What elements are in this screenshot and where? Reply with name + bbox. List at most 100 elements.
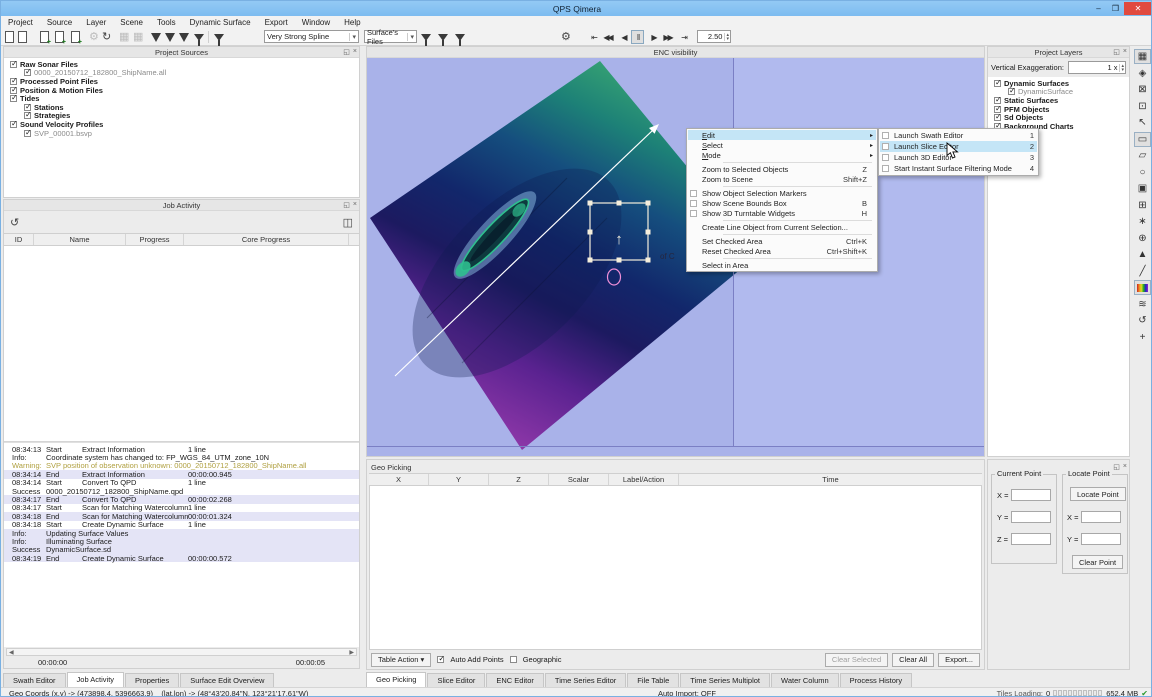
- submenu-item[interactable]: Launch Swath Editor 1: [880, 130, 1037, 141]
- context-menu-item[interactable]: Select in Area: [688, 260, 876, 270]
- tree-item[interactable]: 0000_20150712_182800_ShipName.all: [4, 69, 359, 78]
- column-header[interactable]: Name: [34, 234, 126, 245]
- add-raw-sonar-files-icon[interactable]: [40, 30, 49, 44]
- context-menu-item[interactable]: Show Object Selection Markers: [688, 188, 876, 198]
- menu-item[interactable]: Source: [40, 18, 79, 27]
- item-checkbox[interactable]: [24, 130, 31, 137]
- dock-tab[interactable]: Job Activity: [67, 672, 125, 687]
- close-panel-icon[interactable]: ×: [1123, 463, 1127, 471]
- measure-icon[interactable]: ╱: [1134, 264, 1151, 279]
- checked-area-reset-icon[interactable]: [438, 30, 448, 44]
- current-y-field[interactable]: [1011, 511, 1051, 523]
- log-time-slider[interactable]: ◀ ▶: [6, 648, 357, 656]
- menu-item[interactable]: Export: [258, 18, 295, 27]
- clear-all-button[interactable]: Clear All: [892, 653, 934, 667]
- slider-right-icon[interactable]: ▶: [349, 649, 354, 656]
- checked-area-set-icon[interactable]: [421, 30, 431, 44]
- skip-to-start-button[interactable]: ⇤: [587, 30, 600, 44]
- tree-item[interactable]: Strategies: [4, 112, 359, 121]
- layers-icon[interactable]: ◈: [1134, 66, 1151, 81]
- save-project-icon[interactable]: [18, 30, 27, 44]
- fast-forward-button[interactable]: ▶▶: [661, 30, 674, 44]
- dock-tab[interactable]: Geo Picking: [366, 672, 426, 687]
- close-panel-icon[interactable]: ×: [353, 201, 357, 209]
- surface-tool-icon-2[interactable]: ▦: [133, 30, 143, 44]
- lasso-select-icon[interactable]: ○: [1134, 165, 1151, 180]
- dock-tab[interactable]: Water Column: [771, 673, 839, 687]
- item-checkbox[interactable]: [994, 97, 1001, 104]
- move-object-icon[interactable]: ⊞: [1134, 198, 1151, 213]
- tree-item[interactable]: Static Surfaces: [988, 96, 1129, 105]
- column-header[interactable]: Core Progress: [184, 234, 349, 245]
- add-file-icon[interactable]: [71, 30, 80, 44]
- tree-item[interactable]: DynamicSurface: [988, 88, 1129, 97]
- clear-selected-button[interactable]: Clear Selected: [825, 653, 888, 667]
- slider-left-icon[interactable]: ◀: [9, 649, 14, 656]
- column-header[interactable]: Label/Action: [609, 474, 679, 485]
- colormap-icon[interactable]: [1134, 280, 1151, 295]
- surface-layers-icon[interactable]: ≋: [1134, 297, 1151, 312]
- menu-item[interactable]: Layer: [79, 18, 113, 27]
- column-header[interactable]: Z: [489, 474, 549, 485]
- dock-tab[interactable]: Slice Editor: [427, 673, 485, 687]
- float-panel-icon[interactable]: ◱: [1113, 48, 1120, 56]
- dock-tab[interactable]: Time Series Multiplot: [680, 673, 770, 687]
- tree-item[interactable]: Sd Objects: [988, 113, 1129, 122]
- process-settings-icon[interactable]: ⚙: [89, 30, 99, 44]
- context-menu-item[interactable]: Set Checked Area Ctrl+K: [688, 236, 876, 246]
- filter-icon[interactable]: [214, 30, 224, 44]
- zoom-extents-icon[interactable]: ⊠: [1134, 82, 1151, 97]
- globe-icon[interactable]: ⊕: [1134, 231, 1151, 246]
- log-row[interactable]: 08:34:19 End Create Dynamic Surface 00:0…: [4, 554, 359, 562]
- column-header[interactable]: Scalar: [549, 474, 609, 485]
- export-button[interactable]: Export...: [938, 653, 980, 667]
- column-header[interactable]: [349, 234, 359, 245]
- context-menu-item[interactable]: Reset Checked Area Ctrl+Shift+K: [688, 246, 876, 256]
- float-panel-icon[interactable]: ◱: [343, 201, 350, 209]
- context-menu-item[interactable]: Zoom to Scene Shift+Z: [688, 174, 876, 184]
- pause-button[interactable]: ‖: [631, 30, 644, 44]
- playback-settings-icon[interactable]: ⚙: [561, 30, 571, 44]
- context-menu-item[interactable]: Select: [688, 140, 876, 150]
- tree-item[interactable]: Sound Velocity Profiles: [4, 120, 359, 129]
- profile-chart-icon[interactable]: ▲: [1134, 247, 1151, 262]
- menu-item[interactable]: Help: [337, 18, 367, 27]
- locate-x-field[interactable]: [1081, 511, 1121, 523]
- playback-speed-spinner[interactable]: 2.50 ▴▾: [697, 30, 731, 43]
- image-overlay-icon[interactable]: ▣: [1134, 181, 1151, 196]
- surface-files-combo[interactable]: Surface's Files ▾: [364, 30, 417, 43]
- column-header[interactable]: ID: [4, 234, 34, 245]
- tree-item[interactable]: Position & Motion Files: [4, 86, 359, 95]
- minimize-button[interactable]: –: [1090, 2, 1107, 15]
- splat-edit-icon[interactable]: ∗: [1134, 214, 1151, 229]
- 3d-editor-icon[interactable]: [179, 30, 189, 44]
- table-action-button[interactable]: Table Action ▾: [371, 653, 431, 667]
- rectangle-select-icon[interactable]: ▭: [1134, 132, 1151, 147]
- close-panel-icon[interactable]: ×: [1123, 48, 1127, 56]
- step-back-button[interactable]: ◀: [617, 30, 630, 44]
- item-checkbox[interactable]: [1008, 88, 1015, 95]
- tree-item[interactable]: Stations: [4, 103, 359, 112]
- item-checkbox[interactable]: [24, 112, 31, 119]
- show-table-icon[interactable]: ◫: [343, 216, 353, 229]
- grid-view-icon[interactable]: ▦: [1134, 49, 1151, 64]
- column-header[interactable]: Time: [679, 474, 982, 485]
- submenu-item[interactable]: Start Instant Surface Filtering Mode 4: [880, 163, 1037, 174]
- job-log[interactable]: 08:34:13 Start Extract Information 1 lin…: [4, 442, 359, 647]
- close-button[interactable]: ✕: [1124, 2, 1152, 15]
- context-menu-item[interactable]: Mode: [688, 150, 876, 160]
- context-menu-item[interactable]: Show 3D Turntable Widgets H: [688, 208, 876, 218]
- menu-item[interactable]: Tools: [150, 18, 183, 27]
- context-menu-item[interactable]: Zoom to Selected Objects Z: [688, 164, 876, 174]
- menu-item[interactable]: Project: [1, 18, 40, 27]
- skip-to-end-button[interactable]: ⇥: [677, 30, 690, 44]
- context-menu-item[interactable]: Edit: [688, 130, 876, 140]
- item-checkbox[interactable]: [994, 80, 1001, 87]
- maximize-button[interactable]: ❒: [1107, 2, 1124, 15]
- spline-filter-combo[interactable]: Very Strong Spline ▾: [264, 30, 359, 43]
- polygon-select-icon[interactable]: ▱: [1134, 148, 1151, 163]
- swath-editor-icon[interactable]: [151, 30, 161, 44]
- item-checkbox[interactable]: [10, 61, 17, 68]
- column-header[interactable]: Progress: [126, 234, 184, 245]
- dock-tab[interactable]: Surface Edit Overview: [180, 673, 274, 687]
